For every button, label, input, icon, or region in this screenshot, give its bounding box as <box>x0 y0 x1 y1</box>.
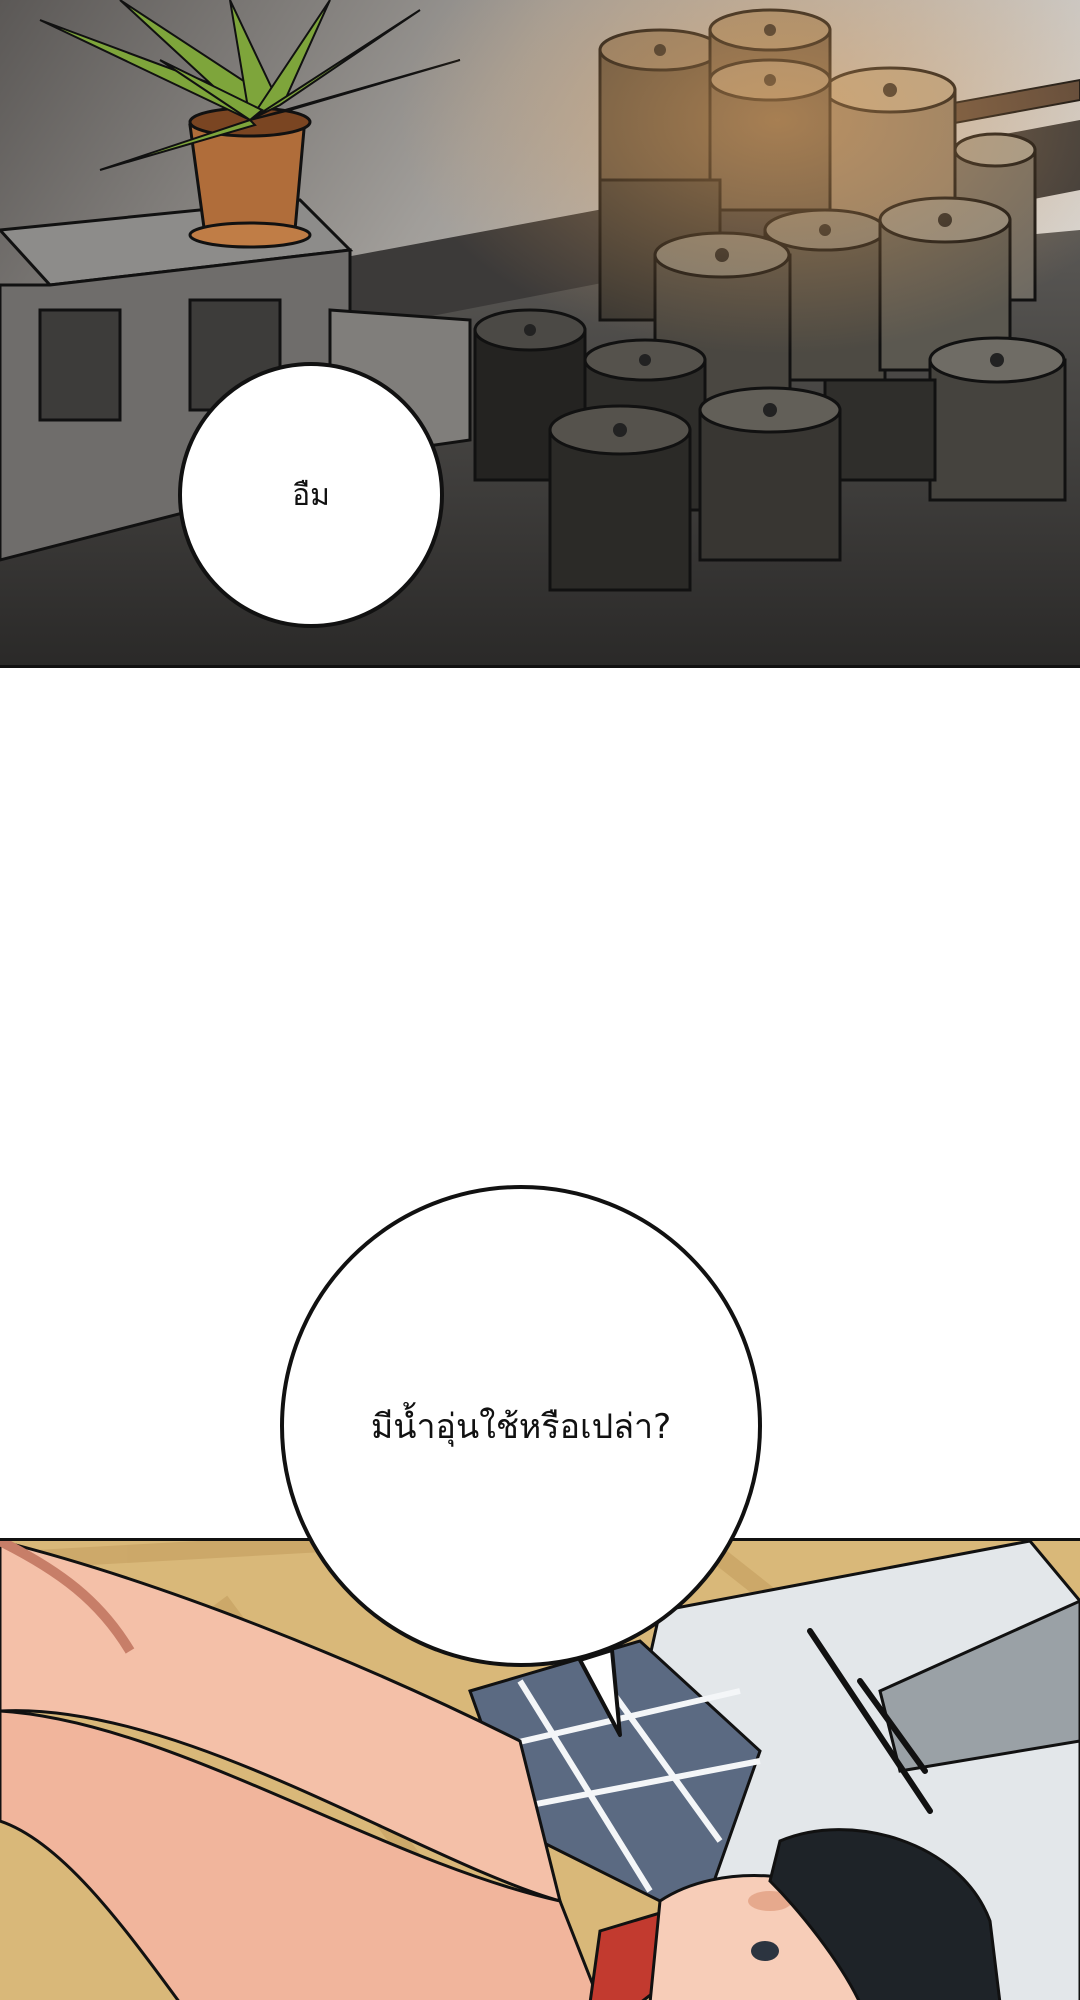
speech-bubble: อืม <box>178 362 444 628</box>
briquette-scene-illustration <box>0 0 1080 665</box>
briquette-panel: อืม <box>0 0 1080 668</box>
speech-text: อืม <box>292 477 330 513</box>
speech-text: มีน้ำอุ่นใช้หรือเปล่า? <box>370 1407 672 1447</box>
speech-bubble: มีน้ำอุ่นใช้หรือเปล่า? <box>280 1185 762 1667</box>
